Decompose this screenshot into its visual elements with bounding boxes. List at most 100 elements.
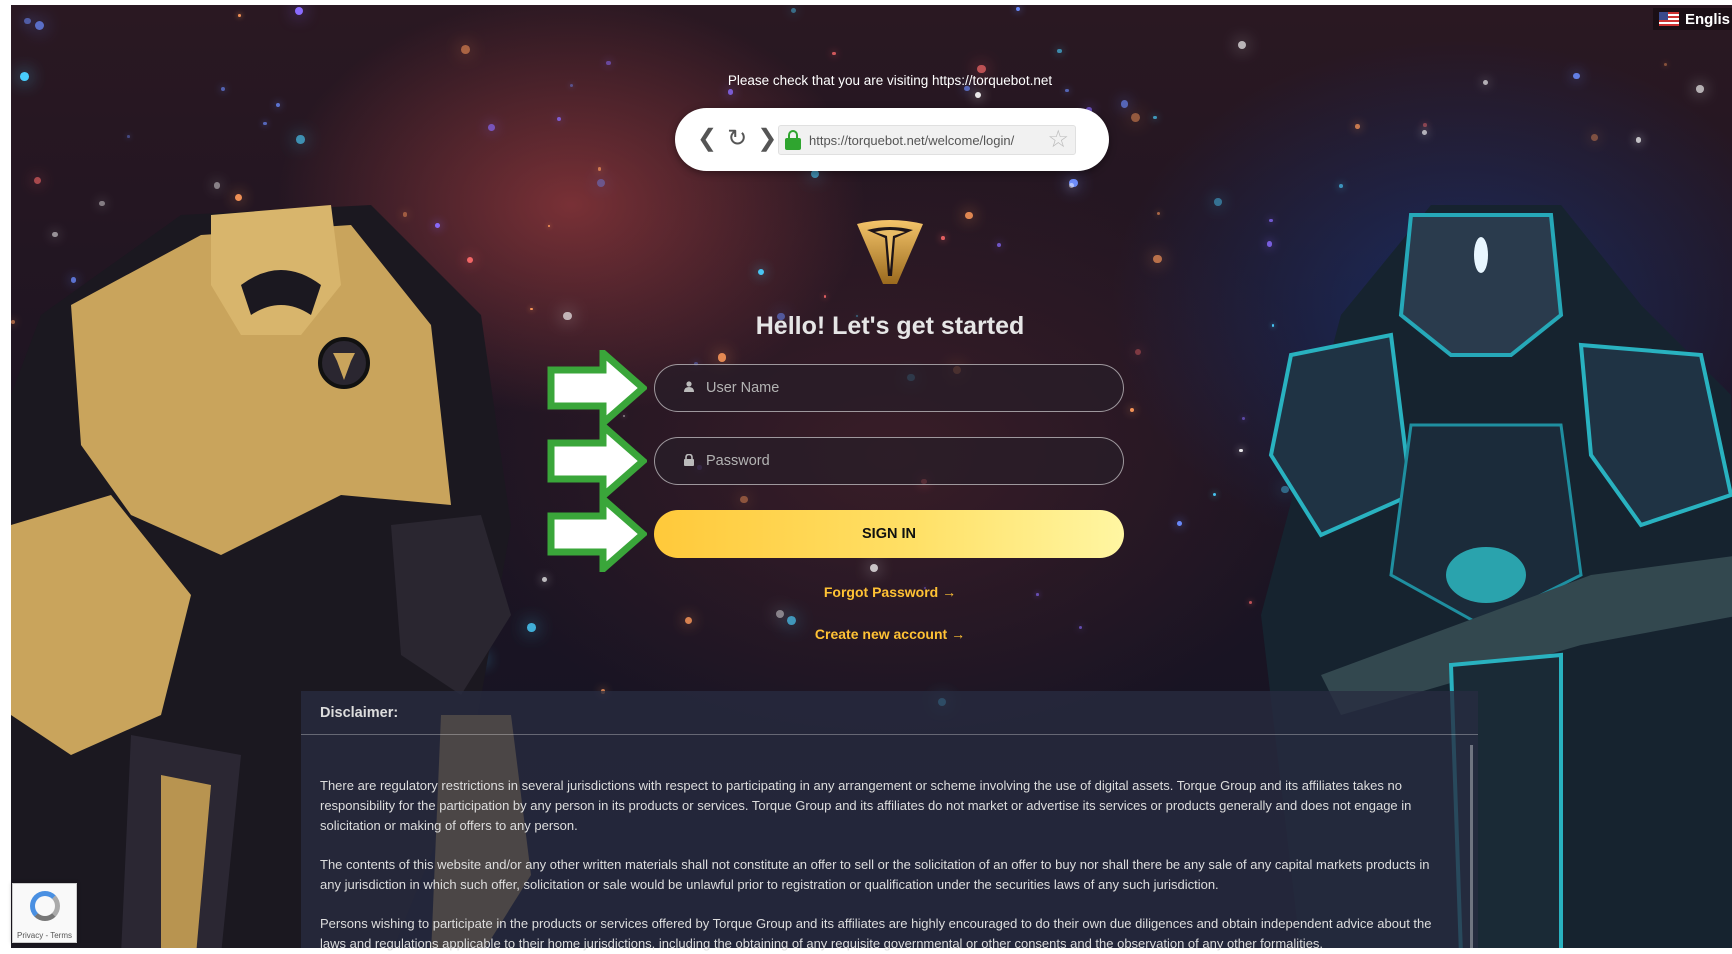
spark-dot: [996, 243, 1002, 248]
spark-dot: [1214, 198, 1222, 206]
spark-dot: [685, 617, 693, 625]
spark-dot: [127, 135, 130, 138]
disclaimer-body: There are regulatory restrictions in sev…: [301, 735, 1440, 954]
green-arrow-icon: [547, 496, 647, 572]
recaptcha-badge[interactable]: Privacy - Terms: [12, 883, 77, 943]
password-field[interactable]: [654, 437, 1124, 485]
forgot-password-link[interactable]: Forgot Password →: [620, 584, 1160, 600]
forward-arrow-icon: ❯: [757, 125, 778, 152]
spark-dot: [276, 103, 281, 108]
disclaimer-title: Disclaimer:: [301, 691, 1478, 735]
spark-dot: [1241, 416, 1245, 420]
spark-dot: [35, 21, 45, 31]
spark-dot: [811, 170, 820, 179]
recaptcha-icon: [30, 891, 60, 921]
spark-dot: [1696, 85, 1704, 93]
spark-dot: [295, 7, 304, 16]
spark-dot: [597, 167, 602, 172]
spark-dot: [563, 311, 573, 321]
spark-dot: [965, 211, 974, 220]
spark-dot: [238, 13, 241, 17]
disclaimer-panel: Disclaimer: There are regulatory restric…: [301, 691, 1478, 951]
spark-dot: [786, 615, 796, 625]
language-label: Englis: [1684, 10, 1730, 28]
us-flag-icon: [1658, 12, 1679, 26]
language-selector[interactable]: Englis: [1652, 8, 1732, 30]
spark-dot: [977, 64, 986, 73]
create-account-link[interactable]: Create new account →: [620, 626, 1160, 642]
padlock-icon: [785, 130, 801, 150]
spark-dot: [221, 87, 226, 92]
spark-dot: [1153, 115, 1157, 120]
address-url: https://torquebot.net/welcome/login/: [809, 132, 1015, 148]
spark-dot: [1664, 63, 1668, 67]
spark-dot: [775, 609, 785, 619]
spark-dot: [1422, 123, 1427, 127]
spark-dot: [1177, 521, 1182, 526]
back-arrow-icon: ❮: [697, 125, 718, 152]
spark-dot: [1069, 183, 1075, 189]
spark-dot: [570, 83, 574, 87]
spark-dot: [1120, 100, 1129, 108]
user-icon: [683, 381, 695, 395]
spark-dot: [1057, 49, 1062, 54]
disclaimer-paragraph: There are regulatory restrictions in sev…: [320, 778, 1412, 833]
lock-icon: [683, 453, 695, 469]
spark-dot: [1590, 134, 1598, 141]
spark-dot: [1156, 212, 1161, 216]
spark-dot: [1482, 79, 1488, 86]
spark-dot: [460, 45, 470, 55]
spark-dot: [758, 269, 765, 276]
login-heading: Hello! Let's get started: [755, 312, 1025, 340]
security-notice: Please check that you are visiting https…: [727, 73, 1053, 88]
username-input[interactable]: [704, 379, 1088, 397]
spark-dot: [1339, 183, 1343, 188]
disclaimer-paragraph: The contents of this website and/or any …: [320, 857, 1430, 892]
spark-dot: [488, 124, 496, 131]
spark-dot: [727, 89, 734, 95]
spark-dot: [1213, 493, 1217, 497]
spark-dot: [1238, 41, 1247, 50]
spark-dot: [940, 236, 945, 240]
spark-dot: [832, 51, 836, 56]
recaptcha-terms-link[interactable]: Privacy - Terms: [13, 931, 76, 940]
spark-dot: [1015, 7, 1020, 12]
address-field: https://torquebot.net/welcome/login/ ☆: [778, 125, 1076, 155]
green-arrow-icon: [547, 423, 647, 499]
spark-dot: [596, 178, 605, 187]
spark-dot: [740, 495, 748, 504]
spark-dot: [869, 563, 878, 572]
spark-dot: [19, 72, 29, 81]
spark-dot: [33, 176, 41, 184]
browser-bar-illustration: ❮ ↻ ❯ https://torquebot.net/welcome/logi…: [675, 108, 1109, 171]
spark-dot: [1065, 88, 1069, 93]
spark-dot: [1134, 348, 1141, 356]
spark-dot: [213, 182, 220, 189]
spark-dot: [1422, 129, 1428, 135]
spark-dot: [1239, 448, 1243, 453]
disclaimer-paragraph: Persons wishing to participate in the pr…: [320, 916, 1432, 951]
spark-dot: [556, 116, 562, 121]
spark-dot: [1573, 72, 1580, 80]
spark-dot: [975, 91, 982, 98]
sign-in-button[interactable]: SIGN IN: [654, 510, 1124, 558]
spark-dot: [1355, 124, 1360, 129]
spark-dot: [1131, 112, 1140, 122]
spark-dot: [790, 7, 796, 13]
password-input[interactable]: [704, 452, 1088, 470]
disclaimer-scrollbar[interactable]: [1470, 745, 1473, 948]
spark-dot: [1635, 137, 1641, 143]
spark-dot: [717, 353, 726, 362]
torque-logo-icon: [857, 220, 923, 284]
spark-dot: [24, 17, 31, 25]
spark-dot: [823, 295, 827, 298]
spark-dot: [606, 60, 611, 66]
spark-dot: [1129, 407, 1135, 413]
spark-dot: [263, 122, 267, 126]
green-arrow-icon: [547, 350, 647, 426]
spark-dot: [1249, 600, 1253, 604]
username-field[interactable]: [654, 364, 1124, 412]
reload-icon: ↻: [727, 125, 748, 152]
bookmark-star-icon: ☆: [1047, 126, 1069, 153]
spark-dot: [1153, 255, 1162, 264]
